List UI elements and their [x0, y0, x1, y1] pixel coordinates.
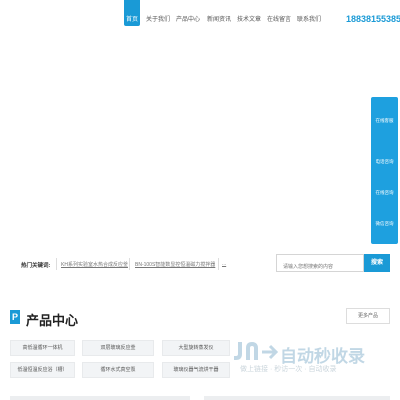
product-section-icon: P: [10, 310, 20, 324]
divider: [218, 258, 219, 270]
search-button[interactable]: 搜索: [364, 254, 390, 272]
product-category-item[interactable]: 高低温循环一体机: [10, 340, 75, 356]
watermark: 自动秒收录 做上链接 · 秒访一次 · 自动收录: [232, 338, 382, 378]
product-card-edge: [204, 396, 390, 400]
product-category-item[interactable]: 双层玻璃反应釜: [82, 340, 154, 356]
product-card-edge: [10, 396, 190, 400]
product-category-item[interactable]: 循环水式真空泵: [82, 362, 154, 378]
hot-keywords-label: 热门关键词:: [21, 263, 51, 269]
hot-keyword-more[interactable]: ...: [222, 261, 226, 267]
hot-keyword-link[interactable]: KH系列实验室水热合成反应釜: [61, 261, 128, 268]
search-box: [276, 254, 364, 275]
more-products-button[interactable]: 更多产品: [346, 308, 390, 324]
product-category-item[interactable]: 大型旋转蒸发仪: [162, 340, 230, 356]
wechat-consult-button[interactable]: 微信咨询: [371, 221, 398, 227]
product-category-item[interactable]: 玻璃仪器气流烘干器: [162, 362, 230, 378]
online-consult-button[interactable]: 在线咨询: [371, 190, 398, 196]
watermark-logo-icon: [234, 342, 278, 360]
nav-item-message[interactable]: 在线留言: [264, 14, 294, 23]
nav-item-articles[interactable]: 技术文章: [234, 14, 264, 23]
watermark-subtitle: 做上链接 · 秒访一次 · 自动收录: [240, 366, 337, 373]
nav-item-products[interactable]: 产品中心: [173, 14, 203, 23]
divider: [56, 258, 57, 270]
nav-item-contact[interactable]: 联系我们: [294, 14, 324, 23]
main-nav: 首页 关于我们 产品中心 新闻资讯 技术文章 在线留言 联系我们: [124, 14, 324, 23]
hotline-phone: 18838155385: [346, 14, 400, 24]
phone-consult-button[interactable]: 电话咨询: [371, 159, 398, 165]
hot-keyword-link[interactable]: BN-100S智能数显控恒温磁力搅拌器: [135, 261, 215, 268]
side-service-bar: 在线客服 电话咨询 在线咨询 微信咨询: [371, 97, 398, 244]
divider: [129, 258, 130, 270]
section-title: 产品中心: [26, 313, 79, 328]
online-service-button[interactable]: 在线客服: [371, 118, 398, 124]
nav-item-about[interactable]: 关于我们: [143, 14, 173, 23]
nav-item-news[interactable]: 新闻资讯: [204, 14, 234, 23]
product-category-item[interactable]: 低温恒温反应浴（槽）: [10, 362, 75, 378]
nav-item-home[interactable]: 首页: [124, 14, 140, 23]
search-input[interactable]: [277, 259, 363, 275]
product-grid-bottom: [0, 396, 400, 400]
